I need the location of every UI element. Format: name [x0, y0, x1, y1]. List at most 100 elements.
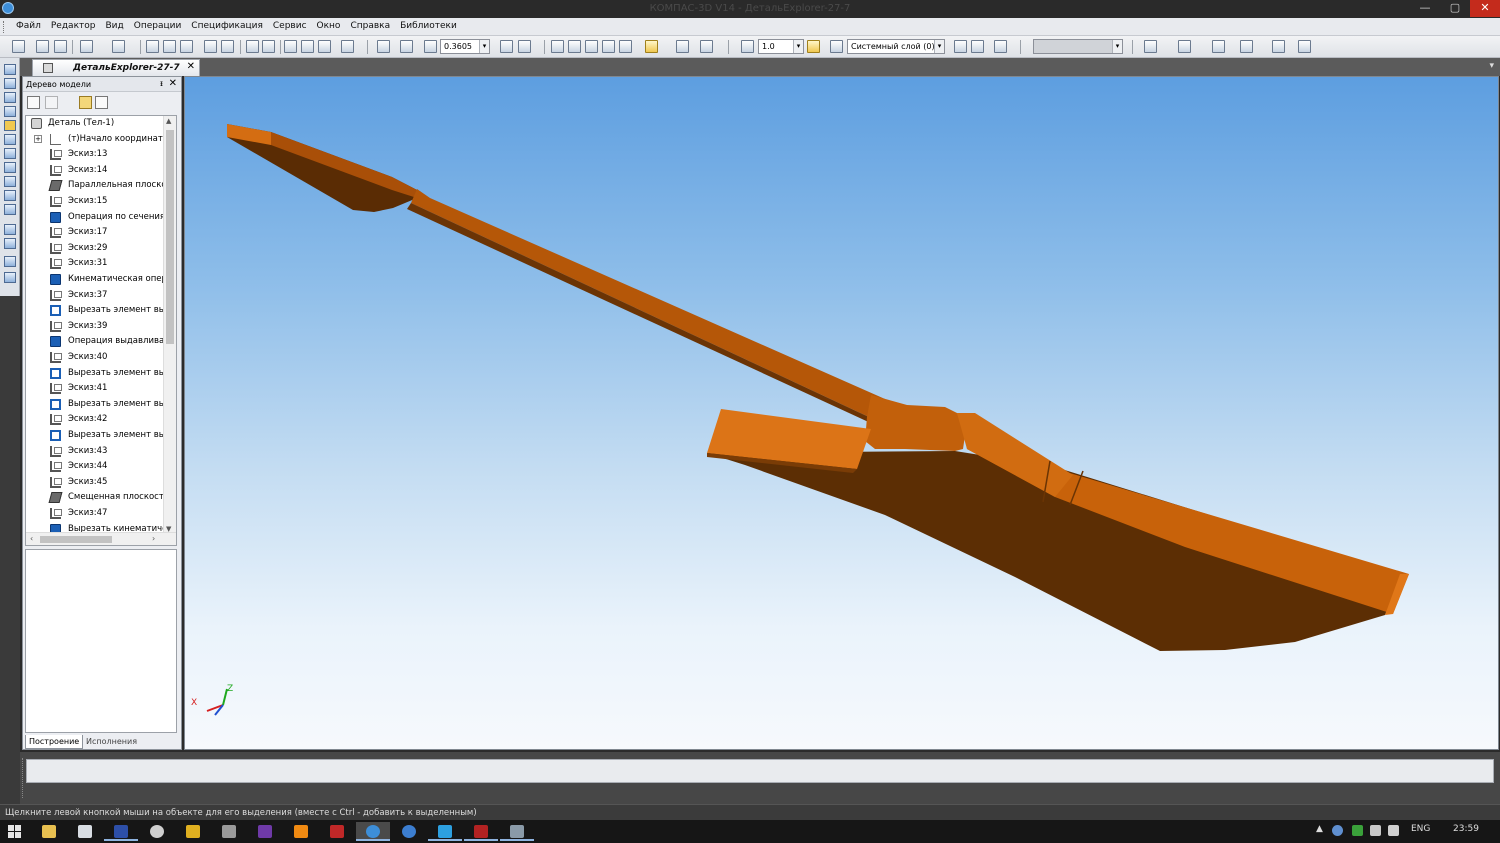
app-taskbar-icon[interactable]	[500, 822, 534, 841]
rotate-icon[interactable]	[500, 40, 513, 53]
tree-item[interactable]: Вырезать элемент выдавливания	[26, 428, 176, 443]
ortho-mode-icon[interactable]	[807, 40, 820, 53]
halftone-icon[interactable]	[602, 40, 615, 53]
cube-taskbar-icon[interactable]	[320, 822, 354, 841]
measure-icon[interactable]	[994, 40, 1007, 53]
security-tray-icon[interactable]	[1352, 825, 1363, 836]
menu-view[interactable]: Вид	[100, 21, 128, 31]
library-icon[interactable]	[1240, 40, 1253, 53]
constraints-icon[interactable]	[4, 190, 16, 201]
alien-taskbar-icon[interactable]	[212, 822, 246, 841]
dimensions-icon[interactable]	[4, 134, 16, 145]
zoom-dynamic-icon[interactable]	[400, 40, 413, 53]
tree-item[interactable]: Эскиз:15	[26, 194, 164, 209]
tree-item[interactable]: Эскиз:40	[26, 350, 164, 365]
menu-libraries[interactable]: Библиотеки	[395, 21, 462, 31]
chevron-down-icon[interactable]: ▾	[1112, 40, 1122, 53]
select-filter-icon[interactable]	[645, 40, 658, 53]
tree-structure-icon[interactable]	[27, 96, 40, 109]
tree-item[interactable]: Кинематическая операция	[26, 272, 176, 287]
tree-item[interactable]: + (т)Начало координат	[26, 132, 164, 147]
variables-icon[interactable]	[301, 40, 314, 53]
orientation-icon[interactable]	[700, 40, 713, 53]
shield-taskbar-icon[interactable]	[176, 822, 210, 841]
menu-service[interactable]: Сервис	[268, 21, 312, 31]
document-tab[interactable]: ДетальExplorer-27-7 ✕	[32, 59, 200, 76]
tray-expand-icon[interactable]: ▲	[1316, 824, 1323, 834]
tree-item[interactable]: Параллельная плоскость	[26, 178, 176, 193]
tree-item[interactable]: Эскиз:44	[26, 459, 164, 474]
tree-order-icon[interactable]	[45, 96, 58, 109]
check-icon[interactable]	[1272, 40, 1285, 53]
render-icon[interactable]	[1144, 40, 1157, 53]
tree-item[interactable]: Эскиз:29	[26, 241, 164, 256]
zoom-icon[interactable]	[424, 40, 437, 53]
tree-item[interactable]: Операция по сечениям	[26, 210, 171, 225]
scroll-left-icon[interactable]: ‹	[30, 534, 33, 543]
redo-icon[interactable]	[262, 40, 275, 53]
tree-view-icon[interactable]	[79, 96, 92, 109]
format-painter-icon[interactable]	[204, 40, 217, 53]
network-icon[interactable]	[1332, 825, 1343, 836]
arrays-icon[interactable]	[4, 106, 16, 117]
sheet-body-icon[interactable]	[4, 176, 16, 187]
spatial-curves-icon[interactable]	[4, 78, 16, 89]
mesh-icon[interactable]	[4, 256, 16, 267]
zoom-window-icon[interactable]	[377, 40, 390, 53]
step-field[interactable]: 1.0 ▾	[758, 39, 804, 54]
tree-item[interactable]: Эскиз:45	[26, 475, 164, 490]
copy-icon[interactable]	[163, 40, 176, 53]
pan-icon[interactable]	[518, 40, 531, 53]
tree-horizontal-scrollbar[interactable]: ‹ ›	[26, 532, 176, 545]
clock[interactable]: 23:59	[1453, 824, 1479, 834]
tree-item[interactable]: Эскиз:37	[26, 288, 164, 303]
grid-step-icon[interactable]	[741, 40, 754, 53]
tree-item[interactable]: Вырезать элемент выдавливания	[26, 303, 176, 318]
library-tool-icon[interactable]	[4, 272, 16, 283]
minimize-button[interactable]: —	[1410, 0, 1440, 17]
scroll-right-icon[interactable]: ›	[152, 534, 155, 543]
tree-item[interactable]: Вырезать элемент выдавливания	[26, 397, 176, 412]
expand-icon[interactable]: +	[34, 135, 42, 143]
tree-item[interactable]: Операция выдавливания	[26, 334, 176, 349]
kompas-taskbar-icon[interactable]	[356, 822, 390, 841]
scroll-thumb[interactable]	[166, 130, 174, 344]
chevron-down-icon[interactable]: ▾	[479, 40, 489, 53]
tree-item[interactable]: Эскиз:13	[26, 147, 164, 162]
close-window-button[interactable]: ✕	[1470, 0, 1500, 17]
tree-item[interactable]: Эскиз:43	[26, 444, 164, 459]
document-taskbar-icon[interactable]	[68, 822, 102, 841]
hidden-thin-icon[interactable]	[585, 40, 598, 53]
language-indicator[interactable]: ENG	[1411, 824, 1430, 834]
tree-root[interactable]: Деталь (Тел-1)	[26, 116, 164, 131]
tree-item[interactable]: Смещенная плоскость	[26, 490, 169, 505]
close-tab-icon[interactable]: ✕	[187, 61, 195, 72]
browser-taskbar-icon[interactable]	[140, 822, 174, 841]
properties-icon[interactable]	[221, 40, 234, 53]
tree-item[interactable]: Вырезать элемент выдавливания	[26, 366, 176, 381]
edit-details-icon[interactable]	[4, 64, 16, 75]
tree-item[interactable]: Эскиз:47	[26, 506, 164, 521]
model-tree[interactable]: Деталь (Тел-1) + (т)Начало координат Эски…	[25, 115, 177, 546]
chevron-down-icon[interactable]: ▾	[793, 40, 803, 53]
snap-icon[interactable]	[676, 40, 689, 53]
hidden-lines-icon[interactable]	[568, 40, 581, 53]
local-cs-icon[interactable]	[954, 40, 967, 53]
chevron-down-icon[interactable]: ▾	[934, 40, 944, 53]
open-document-icon[interactable]	[36, 40, 49, 53]
diagnostics-icon[interactable]	[4, 162, 16, 173]
flag-tray-icon[interactable]	[1370, 825, 1381, 836]
new-document-icon[interactable]	[12, 40, 25, 53]
pin-icon[interactable]: ᵻ	[160, 79, 163, 88]
line-icon[interactable]	[4, 224, 16, 235]
maximize-button[interactable]: ▢	[1440, 0, 1470, 17]
tab-executions[interactable]: Исполнения	[83, 735, 140, 749]
scroll-thumb[interactable]	[40, 536, 112, 543]
preview-icon[interactable]	[112, 40, 125, 53]
tree-item[interactable]: Эскиз:17	[26, 225, 164, 240]
menu-operations[interactable]: Операции	[129, 21, 187, 31]
menu-editor[interactable]: Редактор	[46, 21, 101, 31]
tree-item[interactable]: Эскиз:41	[26, 381, 164, 396]
zoom-scale-field[interactable]: 0.3605 ▾	[440, 39, 490, 54]
floppy-taskbar-icon[interactable]	[104, 822, 138, 841]
